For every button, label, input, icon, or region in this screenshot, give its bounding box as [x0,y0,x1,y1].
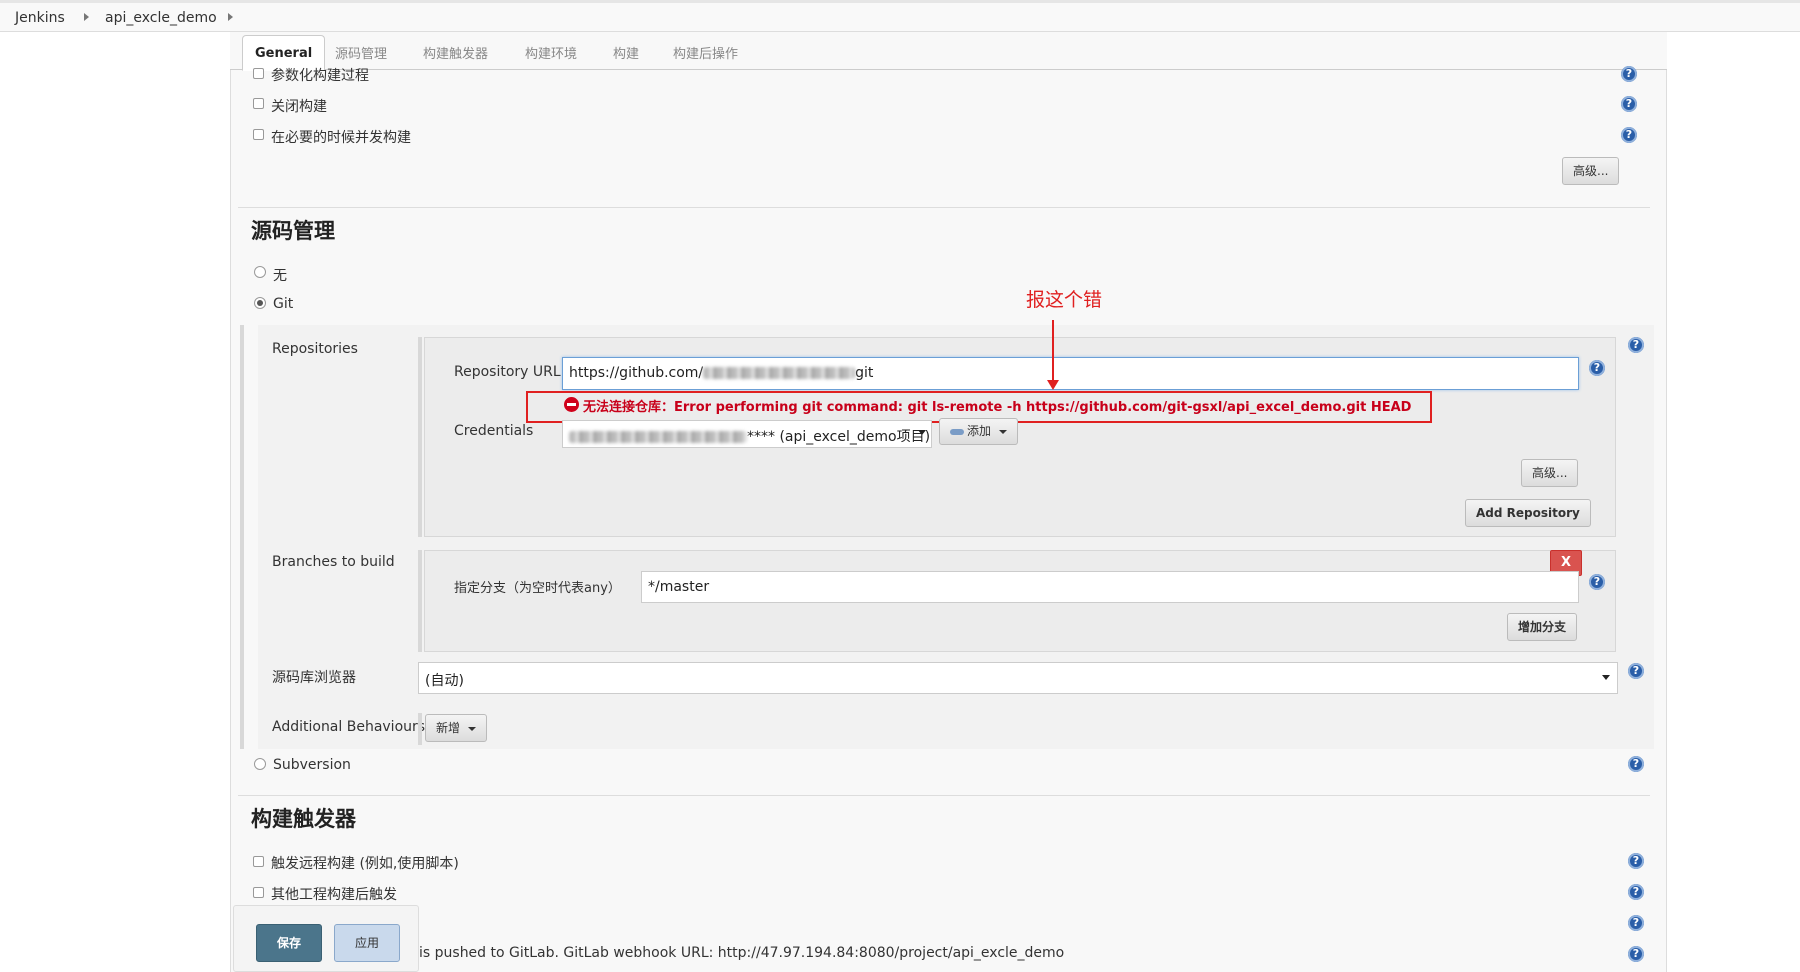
branch-specifier-input[interactable]: */master [641,571,1579,603]
apply-button[interactable]: 应用 [334,924,400,962]
scm-subversion-label: Subversion [273,757,351,773]
credentials-label: Credentials [454,423,534,439]
help-icon[interactable]: ? [1621,66,1637,82]
add-credentials-label: 添加 [967,424,992,438]
tab-environment[interactable]: 构建环境 [525,43,577,62]
repo-url-input[interactable]: https://github.com/git [562,357,1579,390]
add-branch-button[interactable]: 增加分支 [1507,613,1578,641]
credentials-select[interactable]: **** (api_excel_demo项目) [562,420,932,448]
section-divider [238,795,1650,796]
add-repository-button[interactable]: Add Repository [1465,499,1591,527]
add-behaviour-button[interactable]: 新增 [425,714,488,742]
help-icon[interactable]: ? [1628,946,1644,962]
scm-git-radio[interactable] [254,297,266,309]
after-other-checkbox[interactable] [253,887,264,898]
chevron-down-icon [468,726,477,731]
after-other-label: 其他工程构建后触发 [271,887,397,903]
scm-none-radio[interactable] [254,266,266,278]
credentials-value: **** (api_excel_demo项目) [747,429,931,445]
tab-build[interactable]: 构建 [613,43,639,62]
repo-url-suffix: git [855,365,874,381]
breadcrumb-jenkins[interactable]: Jenkins [15,10,65,26]
scm-section-title: 源码管理 [251,219,335,243]
help-icon[interactable]: ? [1621,127,1637,143]
help-icon[interactable]: ? [1589,360,1605,376]
repo-url-prefix: https://github.com/ [569,365,704,381]
repositories-label: Repositories [272,341,358,357]
section-divider [238,207,1650,208]
redacted-text [703,367,856,379]
tab-bar: General 源码管理 构建触发器 构建环境 构建 构建后操作 [230,32,1667,71]
scm-git-label: Git [273,296,294,312]
param-build-checkbox[interactable] [253,68,264,79]
general-advanced-button[interactable]: 高级... [1562,157,1620,185]
help-icon[interactable]: ? [1621,96,1637,112]
chevron-down-icon [1602,675,1610,680]
scm-subversion-radio[interactable] [254,758,266,770]
annotation-text: 报这个错 [1026,289,1103,311]
remote-trigger-checkbox[interactable] [253,856,264,867]
help-icon[interactable]: ? [1628,853,1644,869]
gitlab-trigger-label: is pushed to GitLab. GitLab webhook URL:… [419,945,1065,961]
help-icon[interactable]: ? [1628,915,1644,931]
chevron-down-icon [918,430,926,435]
breadcrumb: Jenkins api_excle_demo [0,0,1800,32]
concurrent-build-checkbox[interactable] [253,129,264,140]
help-icon[interactable]: ? [1628,337,1644,353]
help-icon[interactable]: ? [1589,574,1605,590]
concurrent-build-label: 在必要的时候并发构建 [271,130,411,146]
chevron-right-icon [84,13,89,21]
repo-advanced-button[interactable]: 高级... [1521,459,1579,487]
behaviours-indent-bar [418,713,422,745]
breadcrumb-project[interactable]: api_excle_demo [105,10,217,26]
scm-none-label: 无 [273,268,287,284]
repo-browser-select[interactable]: (自动) [418,662,1618,694]
annotation-arrow-line [1052,320,1054,382]
tab-scm[interactable]: 源码管理 [335,43,387,62]
key-icon [950,428,964,435]
help-icon[interactable]: ? [1628,884,1644,900]
remote-trigger-label: 触发远程构建 (例如,使用脚本) [271,856,459,872]
disable-build-label: 关闭构建 [271,99,327,115]
triggers-section-title: 构建触发器 [251,807,356,831]
add-credentials-button[interactable]: 添加 [939,418,1019,445]
tab-triggers[interactable]: 构建触发器 [423,43,488,62]
add-behaviour-label: 新增 [436,721,461,735]
repo-url-label: Repository URL [454,364,561,380]
branches-label: Branches to build [272,554,395,570]
branch-specifier-label: 指定分支（为空时代表any） [454,581,621,596]
branch-indent-bar [418,550,422,652]
disable-build-checkbox[interactable] [253,98,264,109]
help-icon[interactable]: ? [1628,663,1644,679]
repo-indent-bar [418,337,422,537]
repo-browser-label: 源码库浏览器 [272,670,356,686]
param-build-label: 参数化构建过程 [271,68,369,84]
chevron-down-icon [999,429,1008,434]
section-indent-bar [240,325,244,749]
redacted-text [569,431,747,443]
annotation-arrow-icon [1047,380,1059,390]
tab-post-build[interactable]: 构建后操作 [673,43,738,62]
additional-behaviours-label: Additional Behaviours [272,719,426,735]
chevron-right-icon[interactable] [228,13,233,21]
save-button[interactable]: 保存 [256,924,322,962]
help-icon[interactable]: ? [1628,756,1644,772]
